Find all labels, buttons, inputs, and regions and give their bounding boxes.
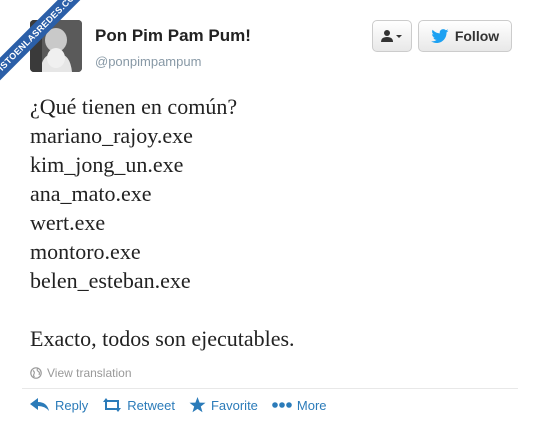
user-handle[interactable]: @ponpimpampum — [95, 54, 201, 69]
favorite-button[interactable]: Favorite — [189, 397, 258, 413]
reply-label: Reply — [55, 397, 89, 413]
tweet-line: montoro.exe — [30, 239, 141, 264]
retweet-label: Retweet — [127, 397, 175, 413]
tweet-line: ana_mato.exe — [30, 181, 152, 206]
bird-icon — [430, 29, 449, 43]
tweet-line: ¿Qué tienen en común? — [30, 94, 238, 119]
retweet-icon — [103, 398, 122, 412]
tweet-line: wert.exe — [30, 210, 106, 235]
tweet-line: mariano_rajoy.exe — [30, 123, 193, 148]
tweet-line: Exacto, todos son ejecutables. — [30, 326, 295, 351]
globe-icon — [30, 367, 42, 379]
view-translation-link[interactable]: View translation — [30, 366, 132, 380]
tweet-text: ¿Qué tienen en común? mariano_rajoy.exe … — [30, 92, 510, 353]
person-dropdown-icon — [381, 30, 402, 42]
favorite-label: Favorite — [210, 397, 258, 413]
view-translation-label: View translation — [47, 366, 132, 380]
tweet-actions: Reply Retweet Favorite More — [30, 395, 327, 415]
tweet-line: belen_esteban.exe — [30, 268, 191, 293]
display-name[interactable]: Pon Pim Pam Pum! — [95, 26, 251, 46]
user-actions-button[interactable] — [372, 20, 412, 52]
reply-button[interactable]: Reply — [30, 398, 88, 413]
retweet-button[interactable]: Retweet — [102, 398, 175, 413]
follow-button[interactable]: Follow — [418, 20, 512, 52]
more-button[interactable]: More — [272, 398, 327, 413]
tweet-line — [30, 295, 510, 324]
divider — [22, 388, 518, 389]
more-label: More — [296, 397, 327, 413]
star-icon — [189, 397, 206, 413]
tweet-line: kim_jong_un.exe — [30, 152, 184, 177]
watermark-corner: VISTOENLASREDES.COM — [0, 0, 90, 90]
reply-icon — [30, 398, 49, 411]
watermark-text: VISTOENLASREDES.COM — [0, 0, 90, 90]
follow-label: Follow — [454, 28, 500, 44]
more-icon — [272, 402, 292, 408]
tweet-card: VISTOENLASREDES.COM Pon Pim Pam Pum! @po… — [0, 0, 540, 437]
